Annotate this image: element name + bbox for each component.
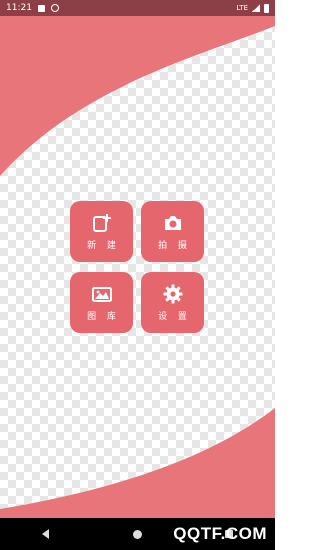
capture-button[interactable]: 拍 摄 [141, 201, 204, 262]
camera-icon [162, 212, 184, 234]
sim-icon [37, 4, 45, 12]
gear-icon [162, 283, 184, 305]
gallery-button[interactable]: 图 库 [70, 272, 133, 333]
watermark: QQTF.COM [173, 524, 267, 543]
gallery-icon [91, 283, 113, 305]
notification-icon [50, 4, 59, 12]
home-icon [132, 529, 142, 539]
gallery-label: 图 库 [87, 312, 120, 322]
add-icon [91, 212, 113, 234]
network-type: LTE [236, 4, 248, 12]
home-button[interactable] [127, 524, 147, 544]
status-time: 11:21 [6, 3, 32, 13]
capture-label: 拍 摄 [158, 241, 191, 251]
new-button[interactable]: 新 建 [70, 201, 133, 262]
back-icon [42, 529, 50, 539]
new-label: 新 建 [87, 241, 120, 251]
settings-button[interactable]: 设 置 [141, 272, 204, 333]
settings-label: 设 置 [158, 312, 191, 322]
back-button[interactable] [36, 524, 56, 544]
status-bar: 11:21 LTE [0, 0, 275, 16]
signal-icon [252, 4, 260, 12]
battery-icon [264, 3, 269, 13]
menu-grid: 新 建 拍 摄 图 库 设 置 [70, 201, 204, 333]
